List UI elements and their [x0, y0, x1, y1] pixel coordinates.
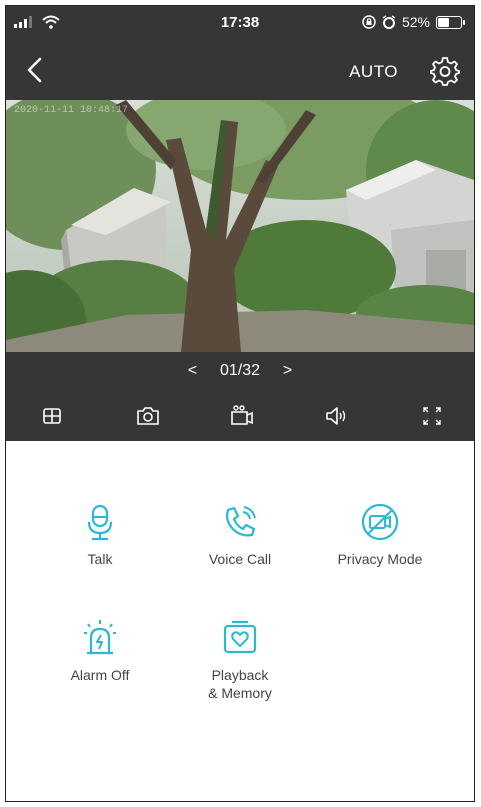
- playback-memory-button[interactable]: Playback & Memory: [170, 618, 310, 702]
- alarm-off-label: Alarm Off: [70, 667, 130, 683]
- live-video-feed[interactable]: 2020-11-11 10:48:17: [6, 100, 474, 352]
- privacy-mode-button[interactable]: Privacy Mode: [310, 502, 450, 568]
- auto-mode-button[interactable]: AUTO: [349, 62, 398, 82]
- prev-camera-button[interactable]: <: [188, 362, 197, 380]
- voice-call-button[interactable]: Voice Call: [170, 502, 310, 568]
- app-window: 17:38 52% AUTO 2020-11-11 10:48:17 < 01/…: [5, 5, 475, 802]
- camera-pager: < 01/32 >: [6, 362, 474, 386]
- voice-call-label: Voice Call: [208, 551, 272, 567]
- back-chevron-icon[interactable]: [24, 56, 46, 84]
- playback-memory-icon: [223, 620, 257, 654]
- camera-header-area: 17:38 52% AUTO 2020-11-11 10:48:17 < 01/…: [6, 6, 474, 441]
- microphone-icon: [87, 504, 113, 541]
- snapshot-camera-icon[interactable]: [134, 402, 162, 430]
- record-video-icon[interactable]: [228, 402, 256, 430]
- alarm-clock-icon: [382, 15, 396, 29]
- fullscreen-icon[interactable]: [418, 402, 446, 430]
- layout-grid-icon[interactable]: [38, 402, 66, 430]
- phone-call-icon: [226, 506, 256, 537]
- camera-page-indicator: 01/32: [219, 362, 261, 379]
- status-bar: 17:38 52%: [6, 6, 474, 40]
- nav-bar: AUTO: [6, 42, 474, 98]
- alarm-off-button[interactable]: Alarm Off: [30, 618, 170, 684]
- playback-memory-label: Playback & Memory: [208, 667, 272, 701]
- privacy-camera-off-icon: [361, 503, 399, 541]
- speaker-icon[interactable]: [322, 402, 350, 430]
- talk-button[interactable]: Talk: [30, 502, 170, 568]
- battery-percent: 52%: [401, 14, 430, 30]
- video-timestamp-overlay: 2020-11-11 10:48:17: [14, 105, 128, 116]
- privacy-mode-label: Privacy Mode: [337, 551, 423, 567]
- alarm-siren-icon: [84, 620, 116, 655]
- camera-scene-image: 2020-11-11 10:48:17: [6, 100, 474, 352]
- next-camera-button[interactable]: >: [283, 362, 292, 380]
- battery-icon: [436, 15, 465, 29]
- settings-gear-icon[interactable]: [430, 56, 460, 86]
- talk-label: Talk: [87, 551, 113, 567]
- video-toolbar: [6, 402, 474, 430]
- orientation-lock-icon: [362, 15, 376, 29]
- status-right-group: 52%: [362, 14, 465, 30]
